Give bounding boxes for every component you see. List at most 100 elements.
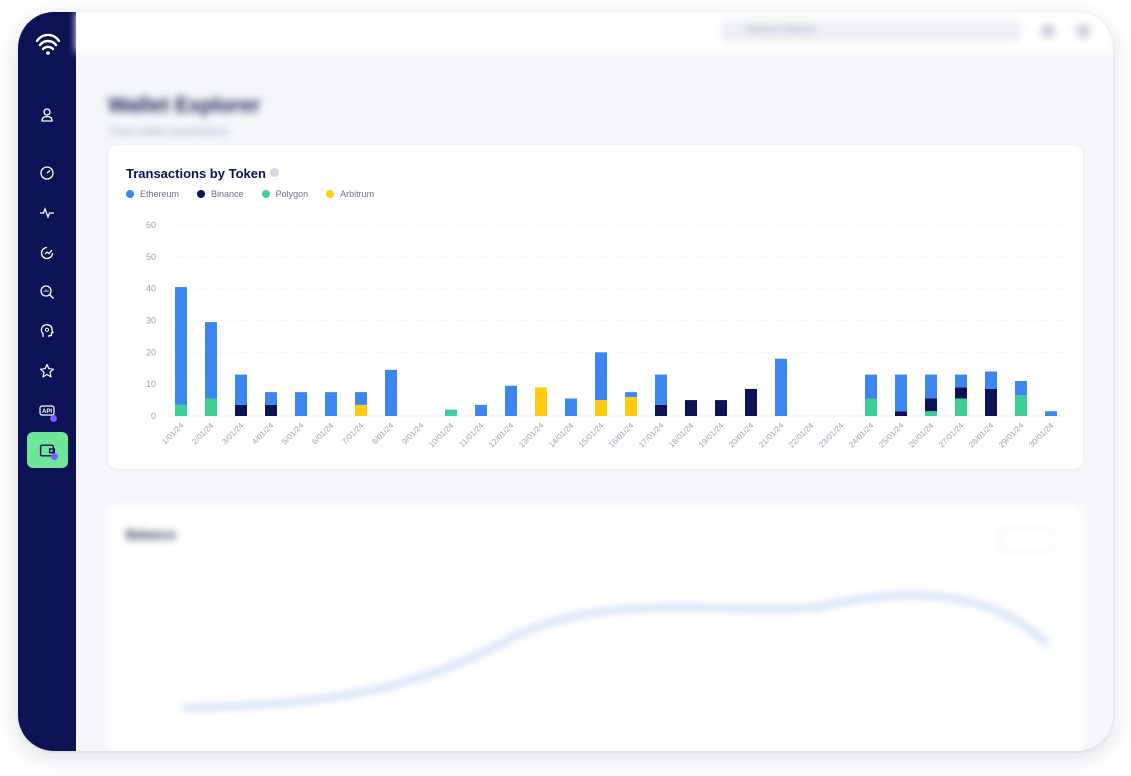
star-icon[interactable] xyxy=(36,360,58,382)
x-tick-label: 21/01/24 xyxy=(757,421,786,450)
x-tick-label: 23/01/24 xyxy=(817,421,846,450)
bar-arbitrum xyxy=(625,396,637,416)
x-tick-label: 28/01/24 xyxy=(967,421,996,450)
bar-ethereum xyxy=(175,287,187,405)
user-icon[interactable] xyxy=(36,104,58,126)
bar-ethereum xyxy=(595,352,607,401)
balance-line xyxy=(182,593,1050,710)
balance-card: Balance xyxy=(108,505,1083,751)
y-tick-label: 10 xyxy=(146,379,156,389)
brain-icon[interactable] xyxy=(36,320,58,342)
search-input[interactable]: Search tokens xyxy=(721,20,1021,42)
legend-ethereum[interactable]: Ethereum xyxy=(126,189,179,199)
api-icon[interactable]: API xyxy=(36,400,58,422)
gauge-icon[interactable] xyxy=(36,162,58,184)
chart-legend: Ethereum Binance Polygon Arbitrum xyxy=(126,189,374,199)
x-tick-label: 29/01/24 xyxy=(997,421,1026,450)
search-analytics-icon[interactable] xyxy=(36,281,58,303)
bar-binance xyxy=(925,398,937,412)
bar-arbitrum xyxy=(595,400,607,416)
x-tick-label: 20/01/24 xyxy=(727,421,756,450)
pulse-icon[interactable] xyxy=(36,202,58,224)
x-tick-label: 8/01/24 xyxy=(370,421,396,447)
wallet-nav-item[interactable] xyxy=(27,432,68,468)
legend-polygon[interactable]: Polygon xyxy=(261,189,308,199)
x-tick-label: 7/01/24 xyxy=(340,421,366,447)
notification-dot xyxy=(51,453,58,460)
x-tick-label: 3/01/24 xyxy=(220,421,246,447)
x-tick-label: 27/01/24 xyxy=(937,421,966,450)
bar-ethereum xyxy=(625,392,637,397)
bar-polygon xyxy=(175,404,187,416)
bar-ethereum xyxy=(565,398,577,416)
bar-ethereum xyxy=(895,374,907,412)
x-tick-label: 17/01/24 xyxy=(637,421,666,450)
bar-binance xyxy=(745,388,757,416)
x-tick-label: 25/01/24 xyxy=(877,421,906,450)
bar-binance xyxy=(235,404,247,416)
y-tick-label: 30 xyxy=(146,316,156,326)
x-tick-label: 9/01/24 xyxy=(400,421,426,447)
bar-binance xyxy=(985,388,997,416)
bar-binance xyxy=(955,387,967,399)
analytics-icon[interactable] xyxy=(36,242,58,264)
x-tick-label: 15/01/24 xyxy=(577,421,606,450)
x-tick-label: 30/01/24 xyxy=(1027,421,1056,450)
search-placeholder: Search tokens xyxy=(745,24,816,36)
bar-ethereum xyxy=(235,374,247,405)
svg-text:API: API xyxy=(42,409,52,415)
y-tick-label: 0 xyxy=(151,411,156,421)
notification-dot xyxy=(50,415,57,422)
bar-ethereum xyxy=(655,374,667,405)
bar-binance xyxy=(655,404,667,416)
bell-icon[interactable] xyxy=(1041,24,1055,38)
x-tick-label: 19/01/24 xyxy=(697,421,726,450)
legend-binance[interactable]: Binance xyxy=(197,189,244,199)
card-title: Transactions by Token xyxy=(126,166,279,181)
bar-ethereum xyxy=(205,322,217,399)
info-icon[interactable] xyxy=(269,168,279,177)
bar-polygon xyxy=(865,398,877,416)
bar-polygon xyxy=(1015,395,1027,416)
bar-ethereum xyxy=(295,392,307,416)
bar-ethereum xyxy=(985,371,997,389)
bar-binance xyxy=(685,400,697,416)
x-tick-label: 18/01/24 xyxy=(667,421,696,450)
settings-icon[interactable] xyxy=(1076,24,1090,38)
legend-arbitrum[interactable]: Arbitrum xyxy=(326,189,374,199)
x-tick-label: 26/01/24 xyxy=(907,421,936,450)
bar-ethereum xyxy=(385,369,397,416)
x-tick-label: 13/01/24 xyxy=(517,421,546,450)
bar-arbitrum xyxy=(355,404,367,416)
bar-ethereum xyxy=(505,385,517,416)
bar-ethereum xyxy=(925,374,937,399)
bar-polygon xyxy=(445,409,457,416)
topbar: Search tokens xyxy=(76,12,1113,52)
bar-polygon xyxy=(925,411,937,416)
bar-ethereum xyxy=(865,374,877,399)
bar-ethereum xyxy=(1045,411,1057,416)
sidebar: API xyxy=(18,12,76,751)
bar-ethereum xyxy=(775,358,787,416)
bar-arbitrum xyxy=(535,387,547,416)
x-tick-label: 22/01/24 xyxy=(787,421,816,450)
bar-ethereum xyxy=(955,374,967,388)
bar-polygon xyxy=(955,398,967,416)
bar-ethereum xyxy=(265,392,277,405)
x-tick-label: 24/01/24 xyxy=(847,421,876,450)
y-tick-label: 40 xyxy=(146,284,156,294)
x-tick-label: 4/01/24 xyxy=(250,421,276,447)
transactions-card: 0 10 20 30 40 50 60 1/01/24 2/01/24 3/01/24 4/01/2… xyxy=(108,145,1083,469)
page-subtitle: Track wallet transactions xyxy=(108,126,229,138)
x-tick-label: 10/01/24 xyxy=(427,421,456,450)
page-title: Wallet Explorer xyxy=(108,94,261,117)
bar-binance xyxy=(265,404,277,416)
logo-icon[interactable] xyxy=(35,30,61,56)
x-tick-label: 16/01/24 xyxy=(607,421,636,450)
x-tick-label: 5/01/24 xyxy=(280,421,306,447)
bar-ethereum xyxy=(355,392,367,405)
bar-binance xyxy=(895,411,907,416)
app-window: API Search tokens Wallet Explorer Track … xyxy=(18,12,1113,751)
x-tick-label: 6/01/24 xyxy=(310,421,336,447)
x-tick-label: 11/01/24 xyxy=(457,421,485,449)
